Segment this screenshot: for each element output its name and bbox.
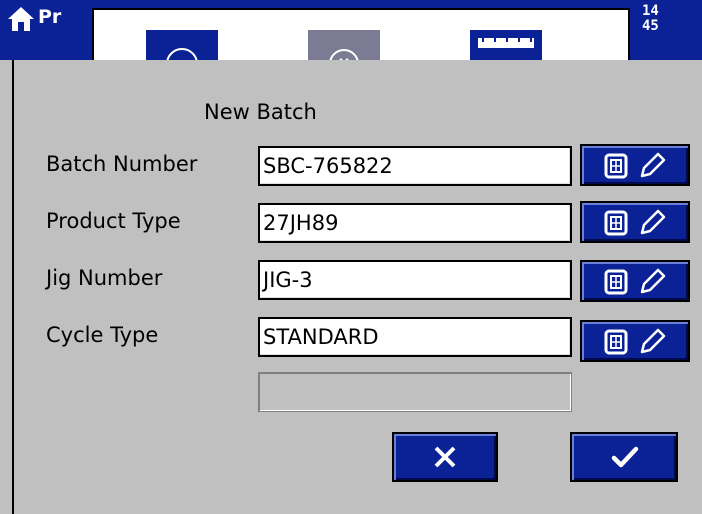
jig-number-field[interactable]: JIG-3 — [258, 260, 572, 300]
jig-number-keyboard-button[interactable] — [580, 260, 690, 302]
batch-number-field[interactable]: SBC-765822 — [258, 146, 572, 186]
product-type-label: Product Type — [46, 209, 181, 233]
home-icon — [6, 4, 36, 34]
keypad-edit-icon — [604, 268, 666, 295]
toolbar-strip — [92, 8, 630, 60]
extra-field-disabled — [258, 372, 572, 412]
clock: 14 45 — [642, 4, 659, 34]
cancel-button[interactable] — [392, 432, 498, 482]
confirm-button[interactable] — [570, 432, 678, 482]
keypad-edit-icon — [604, 209, 666, 236]
top-bar: Pr 14 45 — [0, 0, 702, 60]
close-icon — [434, 446, 456, 468]
app-window: Pr 14 45 New Batch Batch Number SBC-7658… — [0, 0, 702, 514]
settings-dial-icon[interactable] — [308, 30, 380, 60]
keypad-edit-icon — [604, 328, 666, 355]
keypad-edit-icon — [604, 152, 666, 179]
batch-number-label: Batch Number — [46, 152, 198, 176]
home-button[interactable] — [6, 4, 36, 34]
clock-hours: 14 — [642, 3, 659, 19]
clock-minutes: 45 — [642, 18, 659, 34]
page-title: New Batch — [204, 100, 317, 124]
circle-icon[interactable] — [146, 30, 218, 60]
jig-number-label: Jig Number — [46, 266, 163, 290]
batch-number-keyboard-button[interactable] — [580, 144, 690, 186]
product-type-field[interactable]: 27JH89 — [258, 203, 572, 243]
cycle-type-field[interactable]: STANDARD — [258, 317, 572, 357]
cycle-type-label: Cycle Type — [46, 323, 159, 347]
app-title: Pr — [38, 6, 62, 28]
checkmark-icon — [611, 446, 639, 468]
cycle-type-keyboard-button[interactable] — [580, 320, 690, 362]
product-type-keyboard-button[interactable] — [580, 201, 690, 243]
ruler-icon[interactable] — [470, 30, 542, 60]
